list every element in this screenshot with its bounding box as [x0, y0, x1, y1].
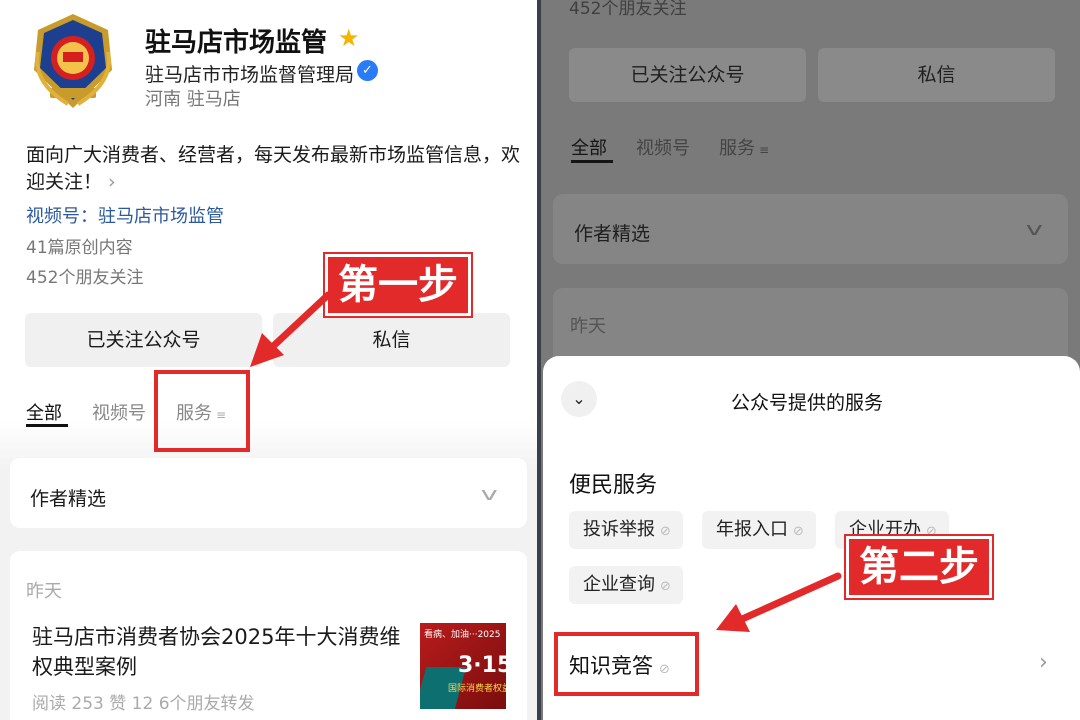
step2-arrow-icon [716, 572, 842, 632]
author-picks-label: 作者精选 [30, 488, 107, 510]
step1-arrow-icon [250, 291, 332, 367]
chevron-right-icon: › [1039, 650, 1048, 675]
chevron-right-icon: › [108, 171, 116, 193]
article-title[interactable]: 驻马店市消费者协会2025年十大消费维权典型案例 [32, 622, 407, 682]
link-icon: ⊘ [660, 524, 671, 539]
tab-video[interactable]: 视频号 [92, 399, 146, 425]
article-thumbnail[interactable]: 看病、加油···2025 3·15 国际消费者权益 [420, 623, 506, 709]
collapse-chevron-icon[interactable]: ⌄ [561, 381, 597, 417]
tab-all[interactable]: 全部 [571, 134, 607, 160]
description-text: 面向广大消费者、经营者，每天发布最新市场监管信息，欢迎关注！ [26, 144, 521, 193]
organization-name: 驻马店市市场监督管理局 [145, 64, 355, 86]
chip-label: 企业查询 [583, 574, 655, 595]
section-title: 便民服务 [569, 473, 658, 498]
chip-label: 投诉举报 [583, 519, 655, 540]
active-tab-indicator [571, 160, 613, 163]
account-name: 驻马店市场监管 [145, 28, 328, 58]
article-meta: 阅读 253 赞 12 6个朋友转发 [32, 694, 255, 714]
followed-account-button[interactable]: 已关注公众号 [25, 313, 262, 367]
police-emblem-logo [34, 14, 112, 108]
menu-icon: ≡ [759, 143, 770, 157]
followed-account-button[interactable]: 已关注公众号 [569, 48, 806, 102]
thumbnail-caption-top: 看病、加油···2025 [424, 630, 501, 640]
active-tab-indicator [26, 424, 68, 427]
feed-date: 昨天 [570, 316, 606, 337]
location: 河南 驻马店 [145, 89, 241, 110]
chevron-down-icon: v [480, 484, 498, 505]
message-button[interactable]: 私信 [818, 48, 1055, 102]
link-icon: ⊘ [660, 579, 671, 594]
feed-date: 昨天 [26, 581, 62, 602]
step2-label: 第二步 [846, 536, 992, 598]
friends-following-count: 452个朋友关注 [26, 268, 144, 288]
tab-video[interactable]: 视频号 [636, 134, 690, 160]
sheet-title: 公众号提供的服务 [731, 392, 884, 414]
thumbnail-caption-bottom: 国际消费者权益 [448, 684, 506, 694]
verified-check-icon: ✓ [357, 60, 378, 81]
step1-highlight-box [154, 370, 250, 452]
right-screenshot: 452个朋友关注 已关注公众号 私信 全部 视频号 服务 ≡ 作者精选 v 昨天 … [541, 0, 1080, 720]
star-icon: ★ [338, 24, 360, 52]
service-chip-complaint[interactable]: 投诉举报 ⊘ [569, 511, 683, 549]
chip-label: 年报入口 [716, 519, 788, 540]
thumbnail-caption-main: 3·15 [458, 653, 506, 678]
left-screenshot: 驻马店市场监管 ★ 驻马店市市场监督管理局 ✓ 河南 驻马店 面向广大消费者、经… [0, 0, 537, 720]
account-description[interactable]: 面向广大消费者、经营者，每天发布最新市场监管信息，欢迎关注！ › [26, 142, 521, 196]
tab-all[interactable]: 全部 [26, 399, 62, 425]
video-account-link[interactable]: 视频号：驻马店市场监管 [26, 202, 224, 228]
service-chip-company-lookup[interactable]: 企业查询 ⊘ [569, 566, 683, 604]
tab-services-label: 服务 [719, 138, 755, 159]
service-chip-annual-report[interactable]: 年报入口 ⊘ [702, 511, 816, 549]
link-icon: ⊘ [793, 524, 804, 539]
tab-services[interactable]: 服务 ≡ [719, 134, 769, 160]
friends-following-count: 452个朋友关注 [569, 0, 687, 19]
original-content-count: 41篇原创内容 [26, 238, 133, 258]
author-picks-label: 作者精选 [574, 223, 651, 245]
chevron-down-icon: v [1025, 219, 1043, 240]
step2-highlight-box [554, 632, 699, 696]
